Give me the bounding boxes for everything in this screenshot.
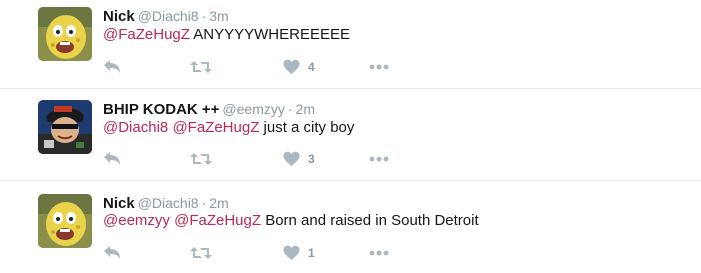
separator: · <box>201 195 207 211</box>
mention-link[interactable]: @eemzyy <box>103 212 170 229</box>
retweet-button[interactable] <box>190 243 212 263</box>
heart-icon <box>283 151 300 166</box>
like-count: 1 <box>308 246 315 260</box>
retweet-icon <box>190 153 212 165</box>
more-button[interactable] <box>369 243 389 263</box>
heart-icon <box>283 245 300 260</box>
mention-link[interactable]: @FaZeHugZ <box>103 26 190 43</box>
mention-link[interactable]: @FaZeHugZ <box>172 119 259 136</box>
separator: · <box>287 101 293 117</box>
mention-link[interactable]: @FaZeHugZ <box>174 212 261 229</box>
retweet-button[interactable] <box>190 149 212 169</box>
username[interactable]: @Diachi8 <box>138 8 199 24</box>
avatar[interactable] <box>38 100 92 154</box>
like-count: 4 <box>308 60 315 74</box>
more-icon <box>369 156 389 162</box>
reply-button[interactable] <box>103 149 122 169</box>
retweet-icon <box>190 61 212 73</box>
like-button[interactable]: 1 <box>283 243 315 263</box>
spongegar-avatar-image <box>38 194 92 248</box>
tweet-body: Born and raised in South Detroit <box>265 212 479 229</box>
tweet-text: @Diachi8 @FaZeHugZ just a city boy <box>103 118 354 138</box>
display-name[interactable]: BHIP KODAK ++ <box>103 101 219 118</box>
timestamp[interactable]: 2m <box>296 101 315 117</box>
like-button[interactable]: 3 <box>283 149 315 169</box>
tweet[interactable]: Nick @Diachi8 · 2m @eemzyy @FaZeHugZ Born a… <box>0 181 701 273</box>
cartoon-avatar-image <box>38 100 92 154</box>
reply-icon <box>104 152 120 165</box>
like-count: 3 <box>308 152 315 166</box>
like-button[interactable]: 4 <box>283 57 315 77</box>
reply-button[interactable] <box>103 57 122 77</box>
avatar[interactable] <box>38 194 92 248</box>
tweet-body: ANYYYYWHEREEEEE <box>193 26 350 43</box>
tweet-actions: 3 <box>103 149 403 169</box>
separator: · <box>201 8 207 24</box>
display-name[interactable]: Nick <box>103 195 135 212</box>
more-button[interactable] <box>369 57 389 77</box>
retweet-icon <box>190 247 212 259</box>
more-icon <box>369 250 389 256</box>
tweet[interactable]: Nick @Diachi8 · 3m @FaZeHugZ ANYYYYWHEREEEE… <box>0 0 701 88</box>
reply-icon <box>104 246 120 259</box>
tweet-actions: 4 <box>103 57 403 77</box>
tweet-header: Nick @Diachi8 · 3m <box>103 7 229 26</box>
reply-icon <box>104 60 120 73</box>
avatar[interactable] <box>38 7 92 61</box>
tweet[interactable]: BHIP KODAK ++ @eemzyy · 2m @Diachi8 @FaZeHu… <box>0 89 701 180</box>
tweet-feed: Nick @Diachi8 · 3m @FaZeHugZ ANYYYYWHEREEEE… <box>0 0 701 273</box>
tweet-text: @FaZeHugZ ANYYYYWHEREEEEE <box>103 25 350 45</box>
username[interactable]: @Diachi8 <box>138 195 199 211</box>
more-icon <box>369 64 389 70</box>
heart-icon <box>283 59 300 74</box>
retweet-button[interactable] <box>190 57 212 77</box>
tweet-header: BHIP KODAK ++ @eemzyy · 2m <box>103 100 315 119</box>
username[interactable]: @eemzyy <box>222 101 284 117</box>
tweet-text: @eemzyy @FaZeHugZ Born and raised in Sou… <box>103 211 479 231</box>
timestamp[interactable]: 2m <box>209 195 228 211</box>
more-button[interactable] <box>369 149 389 169</box>
display-name[interactable]: Nick <box>103 8 135 25</box>
spongegar-avatar-image <box>38 7 92 61</box>
tweet-body: just a city boy <box>263 119 355 136</box>
tweet-actions: 1 <box>103 243 403 263</box>
mention-link[interactable]: @Diachi8 <box>103 119 168 136</box>
reply-button[interactable] <box>103 243 122 263</box>
timestamp[interactable]: 3m <box>209 8 228 24</box>
